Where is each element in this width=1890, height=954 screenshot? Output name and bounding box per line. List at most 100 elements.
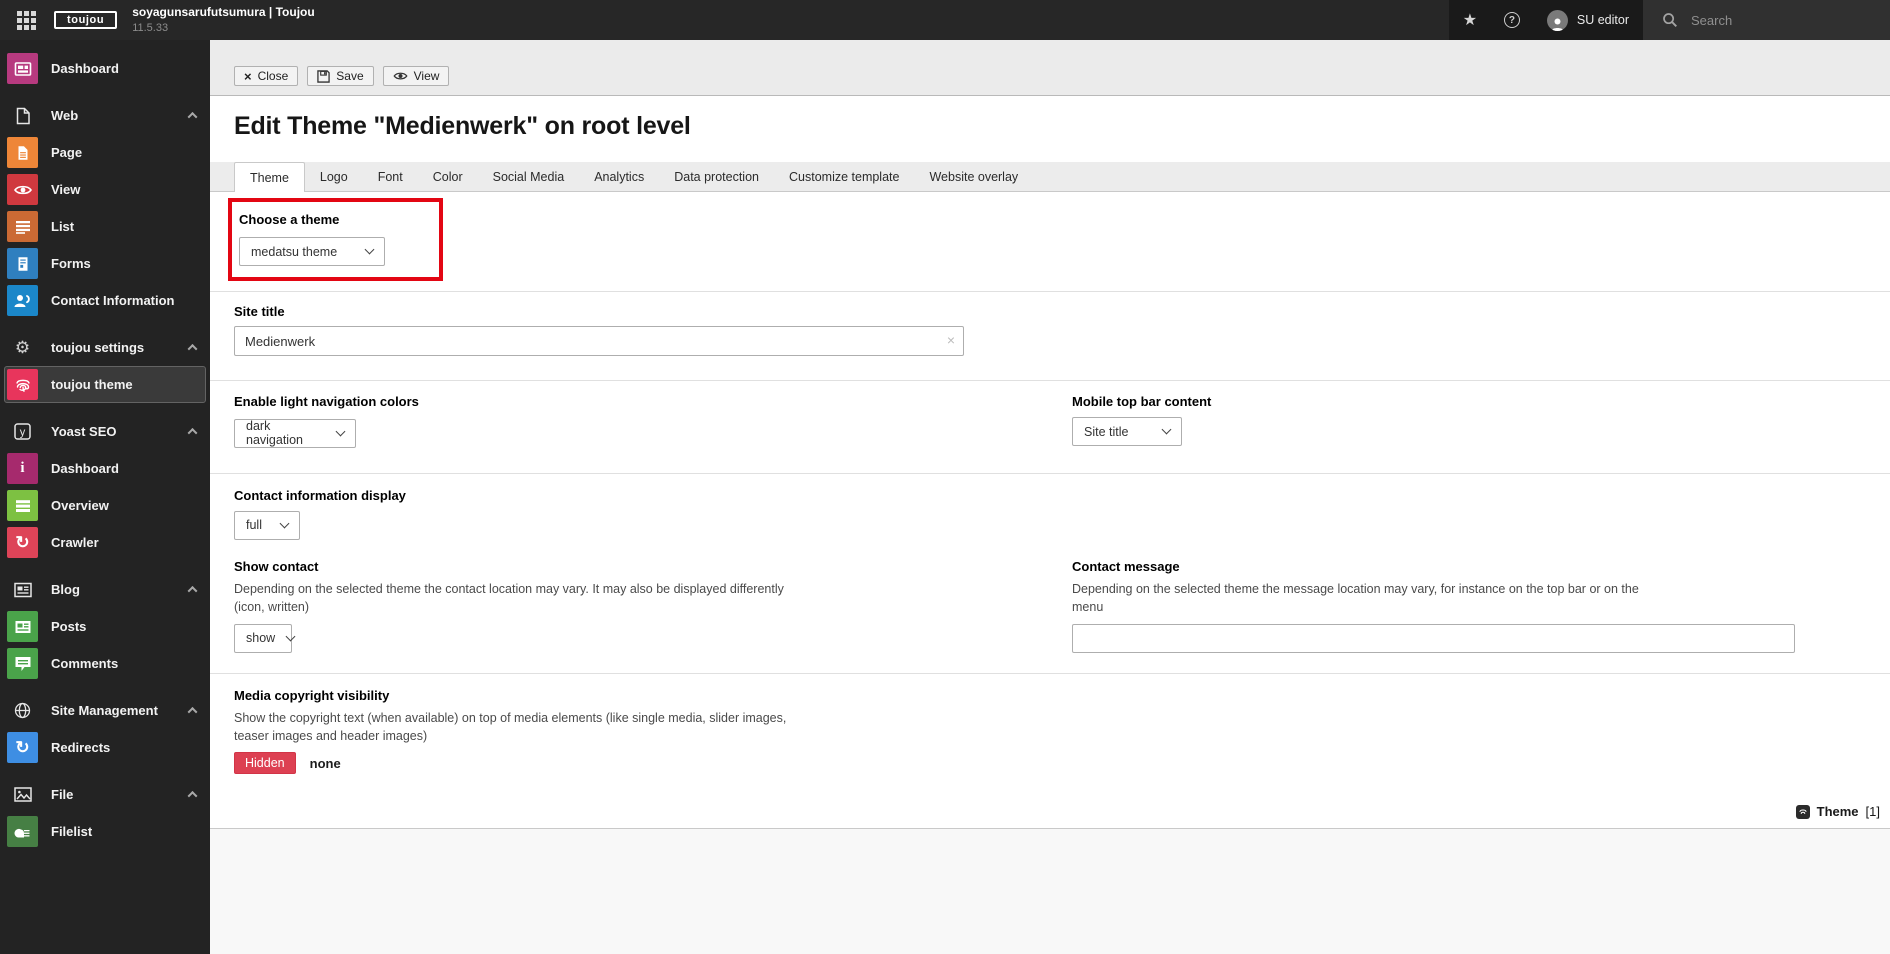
- tab-website-overlay[interactable]: Website overlay: [914, 162, 1033, 191]
- sidebar-item-toujou-theme[interactable]: toujou theme: [4, 366, 206, 403]
- nav-colors-select[interactable]: dark navigation: [234, 418, 356, 448]
- sidebar-group-site-management[interactable]: Site Management: [4, 692, 206, 729]
- sidebar-item-contact-information[interactable]: Contact Information: [4, 282, 206, 319]
- contact-message-input[interactable]: [1072, 623, 1795, 653]
- sidebar-item-view[interactable]: View: [4, 171, 206, 208]
- help-icon: ?: [1503, 12, 1520, 28]
- toolbar-items: ★ ? SU editor: [1448, 0, 1643, 40]
- contact-display-group: Contact information display full: [234, 474, 1866, 540]
- hidden-toggle-button[interactable]: Hidden: [234, 752, 296, 774]
- nav-colors-label: Enable light navigation colors: [234, 394, 419, 409]
- save-icon: [317, 69, 331, 83]
- user-menu[interactable]: SU editor: [1533, 0, 1643, 40]
- sidebar-item-list[interactable]: List: [4, 208, 206, 245]
- tab-theme[interactable]: Theme: [234, 162, 305, 192]
- sidebar-item-forms[interactable]: Forms: [4, 245, 206, 282]
- view-button[interactable]: View: [382, 66, 450, 86]
- contact-message-description: Depending on the selected theme the mess…: [1072, 581, 1639, 614]
- clear-input-icon[interactable]: ×: [947, 332, 955, 349]
- chevron-up-icon: [187, 343, 198, 354]
- tab-data-protection[interactable]: Data protection: [659, 162, 774, 191]
- chevron-down-icon: [1161, 424, 1172, 435]
- chevron-down-icon: [285, 631, 296, 642]
- toujou-logo-text: toujou: [67, 14, 105, 26]
- modules-grid-icon[interactable]: [0, 0, 52, 40]
- bookmark-button[interactable]: ★: [1449, 0, 1491, 40]
- mobile-topbar-select[interactable]: Site title: [1072, 417, 1182, 446]
- sidebar-item-yoast-dashboard[interactable]: i Dashboard: [4, 450, 206, 487]
- search-input[interactable]: Search: [1643, 0, 1890, 40]
- web-document-icon: [7, 107, 38, 125]
- search-icon: [1663, 13, 1677, 27]
- contact-row: Show contact Depending on the selected t…: [234, 540, 1866, 653]
- site-name: soyagunsarufutsumura | Toujou: [132, 5, 315, 20]
- sidebar-item-page[interactable]: Page: [4, 134, 206, 171]
- chevron-up-icon: [187, 111, 198, 122]
- module-menu: Dashboard Web Page View List Forms Conta…: [0, 40, 210, 954]
- chevron-up-icon: [187, 585, 198, 596]
- sidebar-item-dashboard[interactable]: Dashboard: [4, 50, 206, 87]
- media-copyright-label: Media copyright visibility: [234, 687, 390, 703]
- globe-icon: [7, 702, 38, 719]
- tab-logo[interactable]: Logo: [305, 162, 363, 191]
- redirects-refresh-icon: ↻: [7, 732, 38, 763]
- mobile-topbar-label: Mobile top bar content: [1072, 394, 1212, 409]
- page-icon: [7, 137, 38, 168]
- theme-record-icon: [1795, 804, 1810, 819]
- module-body: Edit Theme "Medienwerk" on root level Th…: [210, 96, 1890, 829]
- mobile-topbar-group: Mobile top bar content Site title: [1072, 394, 1795, 448]
- help-button[interactable]: ?: [1491, 0, 1533, 40]
- sidebar-item-overview[interactable]: Overview: [4, 487, 206, 524]
- sidebar-item-comments[interactable]: Comments: [4, 645, 206, 682]
- newspaper-icon: [7, 582, 38, 598]
- tab-customize-template[interactable]: Customize template: [774, 162, 914, 191]
- tab-color[interactable]: Color: [418, 162, 478, 191]
- tab-bar: Theme Logo Font Color Social Media Analy…: [210, 162, 1890, 192]
- record-count: [1]: [1865, 804, 1880, 819]
- show-contact-select[interactable]: show: [234, 623, 296, 653]
- contact-display-select[interactable]: full: [234, 510, 300, 540]
- show-contact-description: Depending on the selected theme the cont…: [234, 581, 784, 614]
- toujou-logo[interactable]: toujou: [54, 11, 118, 29]
- view-eye-icon: [393, 70, 408, 82]
- tab-analytics[interactable]: Analytics: [579, 162, 659, 191]
- contact-message-group: Contact message Depending on the selecte…: [1072, 559, 1795, 653]
- choose-theme-select[interactable]: medatsu theme: [239, 237, 385, 266]
- chevron-up-icon: [187, 706, 198, 717]
- show-contact-group: Show contact Depending on the selected t…: [234, 559, 964, 653]
- record-count-footer: Theme [1]: [210, 798, 1890, 829]
- search-placeholder: Search: [1691, 12, 1733, 28]
- comment-icon: [7, 648, 38, 679]
- chevron-down-icon: [335, 426, 346, 436]
- record-type-label: Theme: [1816, 804, 1859, 819]
- sidebar-group-blog[interactable]: Blog: [4, 571, 206, 608]
- sidebar-group-toujou-settings[interactable]: ⚙ toujou settings: [4, 329, 206, 366]
- sidebar-item-filelist[interactable]: Filelist: [4, 813, 206, 850]
- nav-colors-group: Enable light navigation colors dark navi…: [234, 394, 964, 448]
- sidebar-item-crawler[interactable]: ↻ Crawler: [4, 524, 206, 561]
- show-contact-label: Show contact: [234, 558, 319, 574]
- tab-font[interactable]: Font: [363, 162, 418, 191]
- sidebar-item-redirects[interactable]: ↻ Redirects: [4, 729, 206, 766]
- close-button[interactable]: × Close: [234, 66, 299, 86]
- tab-social-media[interactable]: Social Media: [478, 162, 580, 191]
- posts-icon: [7, 611, 38, 642]
- media-copyright-description: Show the copyright text (when available)…: [234, 710, 787, 743]
- contact-icon: [7, 285, 38, 316]
- overview-icon: [7, 490, 38, 521]
- theme-tab-panel: Choose a theme medatsu theme Site title …: [210, 192, 1890, 798]
- page-background: [210, 829, 1890, 954]
- star-icon: ★: [1462, 12, 1478, 29]
- sidebar-item-posts[interactable]: Posts: [4, 608, 206, 645]
- page-title: Edit Theme "Medienwerk" on root level: [234, 112, 691, 140]
- media-copyright-value: none: [309, 755, 341, 771]
- save-button[interactable]: Save: [307, 66, 374, 86]
- info-icon: i: [7, 453, 38, 484]
- chevron-up-icon: [187, 427, 198, 438]
- sidebar-group-file[interactable]: File: [4, 776, 206, 813]
- doc-header: × Close Save View: [210, 40, 1890, 96]
- sidebar-group-web[interactable]: Web: [4, 97, 206, 134]
- sidebar-group-yoast-seo[interactable]: y Yoast SEO: [4, 413, 206, 450]
- site-title-input[interactable]: [234, 326, 964, 356]
- list-icon: [7, 211, 38, 242]
